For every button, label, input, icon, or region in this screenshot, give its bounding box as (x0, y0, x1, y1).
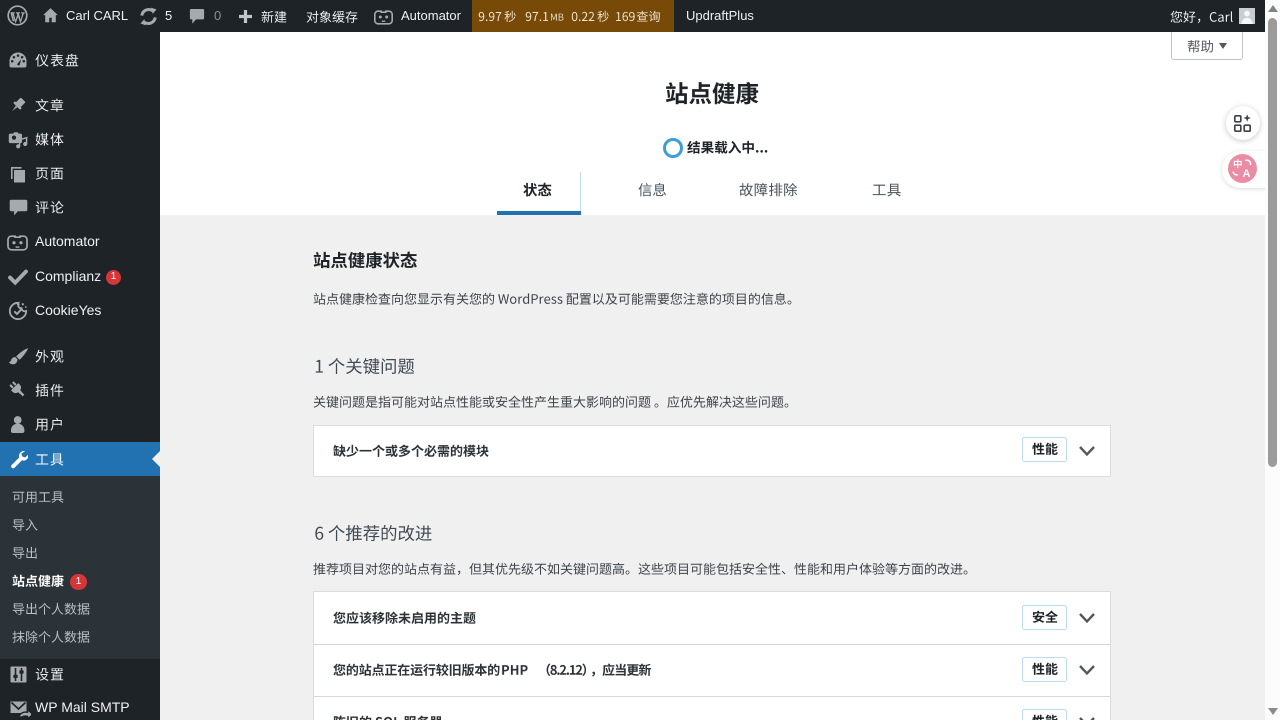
svg-text:A: A (1243, 168, 1251, 180)
